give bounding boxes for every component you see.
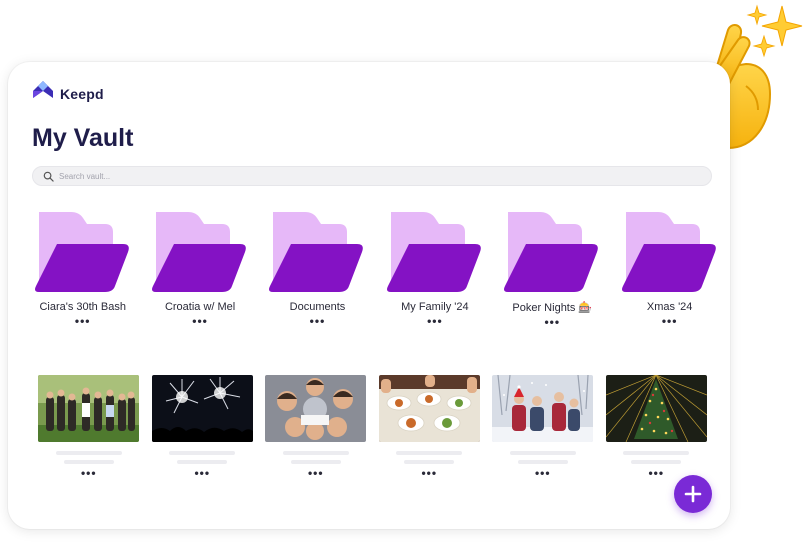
caption-placeholder	[509, 451, 576, 455]
photo-item[interactable]: •••	[600, 375, 714, 479]
group-outdoor-photo[interactable]	[38, 375, 140, 442]
caption-placeholder	[623, 451, 690, 455]
folder-label: My Family '24	[401, 301, 469, 313]
app-logo[interactable]: Keepd	[32, 78, 104, 102]
folder-item[interactable]: Xmas '24 •••	[611, 212, 728, 327]
more-options-icon[interactable]: •••	[648, 467, 664, 479]
caption-placeholder	[631, 460, 682, 464]
more-options-icon[interactable]: •••	[421, 467, 437, 479]
photo-item[interactable]: •••	[486, 375, 600, 479]
folder-label: Croatia w/ Mel	[164, 301, 236, 313]
more-options-icon[interactable]: •••	[310, 315, 326, 327]
more-options-icon[interactable]: •••	[308, 467, 324, 479]
folder-icon	[386, 212, 481, 292]
app-name: Keepd	[60, 86, 104, 102]
folder-item[interactable]: Croatia w/ Mel •••	[141, 212, 258, 327]
vault-card: Keepd My Vault Ciara's 30th Bash ••• Cro…	[8, 62, 730, 529]
plus-icon	[684, 485, 702, 503]
photo-item[interactable]: •••	[259, 375, 373, 479]
snow-friends-photo[interactable]	[492, 375, 594, 442]
caption-placeholder	[63, 460, 114, 464]
photo-grid: ••• ••• ••• ••• ••• •••	[32, 375, 714, 479]
folder-grid: Ciara's 30th Bash ••• Croatia w/ Mel •••…	[24, 212, 728, 328]
photo-item[interactable]: •••	[146, 375, 260, 479]
folder-label: Ciara's 30th Bash	[39, 301, 126, 313]
folder-icon	[152, 212, 246, 292]
folder-icon	[34, 212, 129, 292]
folder-item[interactable]: Ciara's 30th Bash •••	[24, 212, 141, 327]
folder-icon	[504, 212, 599, 292]
christmas-tree-photo[interactable]	[605, 375, 707, 442]
photo-item[interactable]: •••	[32, 375, 146, 479]
group-selfie-photo[interactable]	[265, 375, 367, 442]
search-icon	[43, 171, 54, 182]
caption-placeholder	[404, 460, 455, 464]
caption-placeholder	[396, 451, 463, 455]
more-options-icon[interactable]: •••	[75, 315, 91, 327]
caption-placeholder	[282, 451, 349, 455]
more-options-icon[interactable]: •••	[544, 316, 560, 328]
more-options-icon[interactable]: •••	[662, 315, 678, 327]
more-options-icon[interactable]: •••	[535, 467, 551, 479]
caption-placeholder	[55, 451, 122, 455]
caption-placeholder	[169, 451, 236, 455]
caption-placeholder	[177, 460, 228, 464]
caption-placeholder	[517, 460, 568, 464]
folder-icon	[621, 212, 716, 292]
more-options-icon[interactable]: •••	[81, 467, 97, 479]
folder-item[interactable]: My Family '24 •••	[376, 212, 493, 327]
more-options-icon[interactable]: •••	[192, 315, 208, 327]
folder-label: Poker Nights 🎰	[512, 302, 593, 314]
caption-placeholder	[290, 460, 341, 464]
search-input[interactable]	[59, 171, 659, 181]
fireworks-photo[interactable]	[151, 375, 253, 442]
folder-label: Documents	[289, 301, 346, 313]
add-button[interactable]	[674, 475, 712, 513]
folder-icon	[269, 212, 364, 292]
folder-label: Xmas '24	[646, 301, 693, 313]
search-bar[interactable]	[32, 166, 712, 186]
folder-item[interactable]: Poker Nights 🎰 •••	[494, 212, 611, 328]
photo-item[interactable]: •••	[373, 375, 487, 479]
more-options-icon[interactable]: •••	[427, 315, 443, 327]
folder-item[interactable]: Documents •••	[259, 212, 376, 327]
keepd-logo-icon	[33, 81, 53, 98]
dinner-table-photo[interactable]	[378, 375, 480, 442]
page-title: My Vault	[32, 124, 134, 152]
more-options-icon[interactable]: •••	[194, 467, 210, 479]
